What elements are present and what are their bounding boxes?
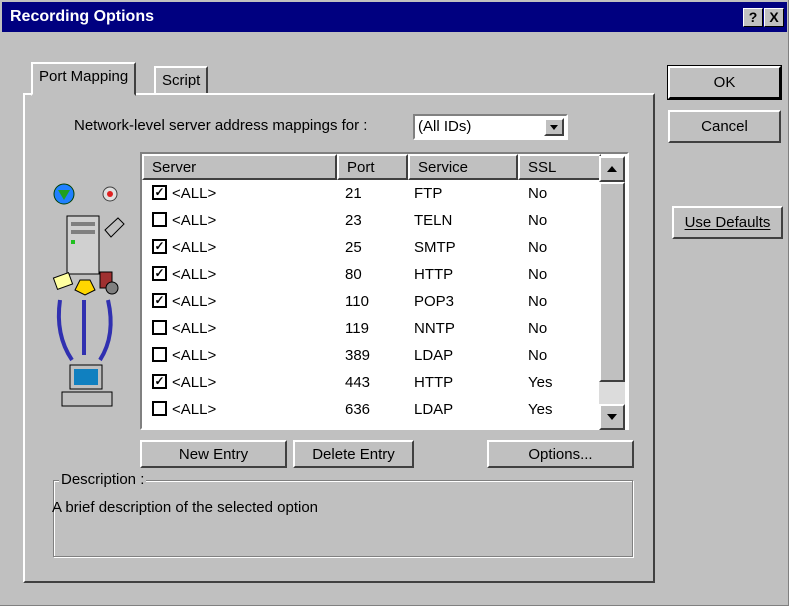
window-title: Recording Options xyxy=(10,8,154,25)
cell-server: <ALL> xyxy=(172,347,217,364)
cell-ssl: No xyxy=(528,239,548,256)
tab-script-label: Script xyxy=(162,72,201,89)
cell-port: 119 xyxy=(345,320,369,337)
cell-server: <ALL> xyxy=(172,185,217,202)
cell-server: <ALL> xyxy=(172,212,217,229)
options-button[interactable]: Options... xyxy=(487,440,634,468)
cell-ssl: No xyxy=(528,347,548,364)
cell-server: <ALL> xyxy=(172,239,217,256)
cell-service: TELN xyxy=(414,212,453,229)
header-service[interactable]: Service xyxy=(408,154,518,180)
title-bar: Recording Options ? X xyxy=(2,2,787,32)
cell-ssl: Yes xyxy=(528,401,553,418)
table-row[interactable]: ✓ <ALL> 443 HTTP Yes xyxy=(142,370,602,397)
mapping-select[interactable]: (All IDs) xyxy=(413,114,568,140)
ok-button[interactable]: OK xyxy=(667,65,782,100)
row-checkbox[interactable]: ✓ xyxy=(152,266,167,281)
description-group: Description : A brief description of the… xyxy=(52,471,633,557)
cell-port: 443 xyxy=(345,374,371,391)
description-text: A brief description of the selected opti… xyxy=(52,499,319,516)
cell-port: 636 xyxy=(345,401,371,418)
help-button[interactable]: ? xyxy=(743,8,763,27)
row-checkbox[interactable]: ✓ xyxy=(152,374,167,389)
row-checkbox[interactable] xyxy=(152,212,167,227)
row-checkbox[interactable] xyxy=(152,347,167,362)
cell-service: LDAP xyxy=(414,401,454,418)
row-checkbox[interactable]: ✓ xyxy=(152,239,167,254)
cell-port: 110 xyxy=(345,293,369,310)
table-row[interactable]: <ALL> 636 LDAP Yes xyxy=(142,397,602,424)
table-row[interactable]: ✓ <ALL> 110 POP3 No xyxy=(142,289,602,316)
row-checkbox[interactable] xyxy=(152,320,167,335)
table-scrollbar[interactable] xyxy=(599,156,625,430)
close-button[interactable]: X xyxy=(764,8,784,27)
cell-service: LDAP xyxy=(414,347,454,364)
cell-service: FTP xyxy=(414,185,443,202)
cell-port: 25 xyxy=(345,239,362,256)
new-entry-button[interactable]: New Entry xyxy=(140,440,287,468)
tab-script[interactable]: Script xyxy=(154,66,209,94)
row-checkbox[interactable]: ✓ xyxy=(152,293,167,308)
scroll-down-icon[interactable] xyxy=(599,404,625,430)
cell-ssl: No xyxy=(528,320,548,337)
cell-server: <ALL> xyxy=(172,401,217,418)
mapping-select-value: (All IDs) xyxy=(418,118,472,135)
delete-entry-button[interactable]: Delete Entry xyxy=(293,440,414,468)
table-row[interactable]: ✓ <ALL> 25 SMTP No xyxy=(142,235,602,262)
cell-port: 80 xyxy=(345,266,362,283)
table-row[interactable]: <ALL> 23 TELN No xyxy=(142,208,602,235)
recording-options-dialog: Recording Options ? X Port Mapping Scrip… xyxy=(0,0,789,606)
cell-port: 23 xyxy=(345,212,362,229)
mapping-label: Network-level server address mappings fo… xyxy=(74,117,368,134)
cell-ssl: No xyxy=(528,185,548,202)
cell-ssl: No xyxy=(528,266,548,283)
use-defaults-label: Use Defaults xyxy=(684,214,771,231)
header-ssl[interactable]: SSL xyxy=(518,154,601,180)
tab-port-mapping-label: Port Mapping xyxy=(39,68,129,85)
cell-service: POP3 xyxy=(414,293,455,310)
row-checkbox[interactable] xyxy=(152,401,167,416)
table-row[interactable]: <ALL> 119 NNTP No xyxy=(142,316,602,343)
cell-service: HTTP xyxy=(414,374,454,391)
header-port[interactable]: Port xyxy=(337,154,408,180)
header-server[interactable]: Server xyxy=(142,154,337,180)
cell-service: NNTP xyxy=(414,320,455,337)
table-row[interactable]: ✓ <ALL> 21 FTP No xyxy=(142,181,602,208)
cell-port: 389 xyxy=(345,347,371,364)
mapping-table: Server Port Service SSL ✓ <ALL> 21 FTP No <AL… xyxy=(140,152,629,430)
cancel-button[interactable]: Cancel xyxy=(668,110,781,143)
cell-server: <ALL> xyxy=(172,374,217,391)
table-row[interactable]: <ALL> 389 LDAP No xyxy=(142,343,602,370)
row-checkbox[interactable]: ✓ xyxy=(152,185,167,200)
cell-server: <ALL> xyxy=(172,293,217,310)
cell-server: <ALL> xyxy=(172,266,217,283)
scroll-up-icon[interactable] xyxy=(599,156,625,182)
scroll-thumb[interactable] xyxy=(599,182,625,382)
tab-port-mapping[interactable]: Port Mapping xyxy=(31,62,137,96)
network-illustration-icon xyxy=(50,180,135,415)
dropdown-arrow-icon[interactable] xyxy=(544,118,564,136)
cell-service: SMTP xyxy=(414,239,456,256)
cell-server: <ALL> xyxy=(172,320,217,337)
cell-ssl: No xyxy=(528,293,548,310)
description-label: Description : xyxy=(59,471,147,488)
table-row[interactable]: ✓ <ALL> 80 HTTP No xyxy=(142,262,602,289)
cell-ssl: Yes xyxy=(528,374,553,391)
cell-service: HTTP xyxy=(414,266,454,283)
cell-ssl: No xyxy=(528,212,548,229)
cell-port: 21 xyxy=(345,185,362,202)
use-defaults-button[interactable]: Use Defaults xyxy=(672,206,783,239)
